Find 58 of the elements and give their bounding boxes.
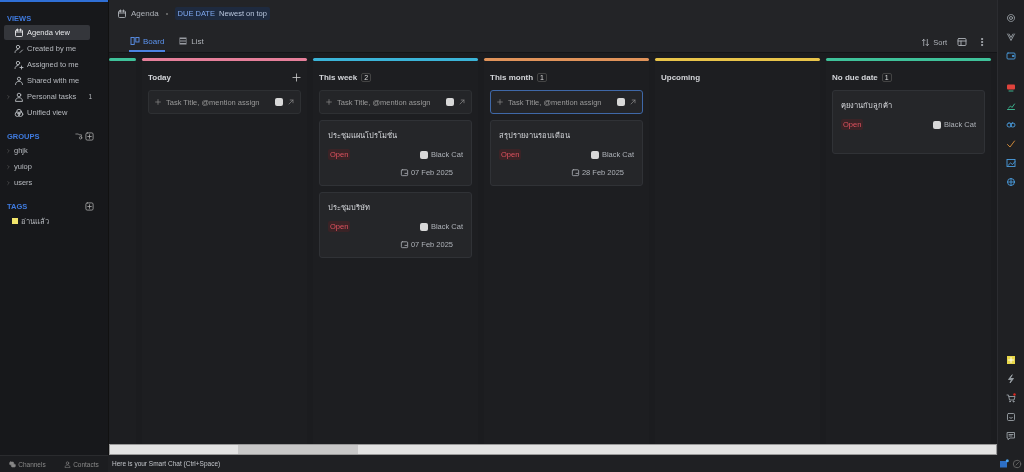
chevron-right-icon (6, 163, 11, 170)
new-badge-icon[interactable] (1006, 82, 1016, 92)
message-icon[interactable] (1006, 431, 1016, 441)
avatar-placeholder (932, 120, 941, 129)
chart-up-icon[interactable] (1006, 101, 1016, 111)
expand-arrow-icon[interactable] (458, 98, 466, 106)
horizontal-scrollbar[interactable] (109, 444, 997, 455)
table-settings-icon[interactable] (957, 37, 967, 47)
avatar-placeholder (590, 150, 599, 159)
checkmark-icon[interactable] (1006, 139, 1016, 149)
avatar-placeholder[interactable] (275, 98, 283, 106)
compass-icon[interactable] (1012, 458, 1023, 469)
avatar-placeholder (419, 150, 428, 159)
overlapping-circles-icon (14, 107, 24, 118)
column-title: Upcoming (661, 72, 701, 82)
chevron-right-icon (6, 147, 11, 154)
calendar-icon (14, 27, 24, 38)
plus-icon[interactable] (292, 72, 301, 82)
sticky-note-icon[interactable] (1006, 355, 1016, 365)
person-pencil-icon (14, 43, 24, 54)
column-title: This week (319, 72, 358, 82)
expand-arrow-icon[interactable] (287, 98, 295, 106)
image-chart-icon[interactable] (1006, 158, 1016, 168)
person-icon (14, 91, 24, 102)
app-grid-icon[interactable] (998, 458, 1009, 469)
link-icon[interactable] (1006, 120, 1016, 130)
sort-arrows-icon (921, 37, 931, 47)
expand-arrow-icon[interactable] (629, 98, 637, 106)
plus-icon (496, 98, 504, 106)
calendar-icon (399, 240, 409, 249)
board-columns-icon (130, 36, 140, 46)
calendar-icon (399, 168, 409, 177)
add-square-icon[interactable] (85, 132, 94, 141)
chat-bubbles-icon (9, 460, 17, 468)
chevron-right-icon (6, 93, 11, 100)
page-title: Agenda (131, 9, 159, 18)
add-square-icon[interactable] (85, 202, 94, 211)
chevron-right-icon (6, 179, 11, 186)
calendar-icon (117, 8, 127, 19)
avatar-placeholder[interactable] (446, 98, 454, 106)
view-tab[interactable]: Board (129, 33, 166, 52)
wallet-icon[interactable] (1006, 51, 1016, 61)
person-plus-icon (14, 59, 24, 70)
column-title: Today (148, 72, 171, 82)
lightning-icon[interactable] (1006, 374, 1016, 384)
plus-icon (154, 98, 162, 106)
people-icon (14, 75, 24, 86)
column-title: This month (490, 72, 534, 82)
plus-icon (325, 98, 333, 106)
avatar-placeholder[interactable] (617, 98, 625, 106)
calendar-icon (570, 168, 580, 177)
v-logo-icon[interactable] (1006, 32, 1016, 42)
view-tab[interactable]: List (177, 33, 205, 52)
avatar-placeholder (419, 222, 428, 231)
list-icon (178, 36, 189, 46)
shopping-cart-icon[interactable] (1006, 393, 1016, 403)
column-title: No due date (832, 72, 878, 82)
person-icon (64, 460, 72, 468)
